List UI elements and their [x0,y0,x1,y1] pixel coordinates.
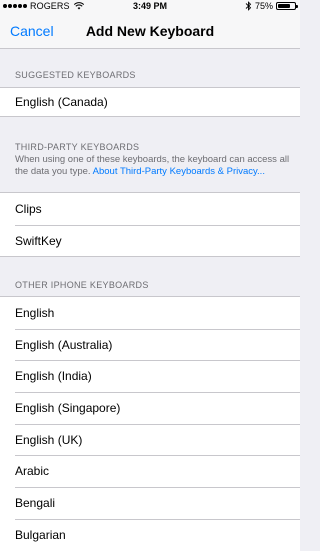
section-header-third-party: THIRD-PARTY KEYBOARDS [15,142,140,152]
keyboard-item-clips[interactable]: Clips [0,193,300,225]
battery-percent: 75% [254,1,273,11]
keyboard-item-english-india[interactable]: English (India) [0,360,300,392]
section-header-suggested: SUGGESTED KEYBOARDS [15,70,136,80]
keyboard-item-english[interactable]: English [0,297,300,329]
status-bar: ROGERS 3:49 PM 75% [0,0,300,14]
section-header-other: OTHER IPHONE KEYBOARDS [15,280,149,290]
third-party-keyboards-list: Clips SwiftKey [0,192,300,258]
keyboard-item-bulgarian[interactable]: Bulgarian [0,518,300,551]
bluetooth-icon [245,1,252,11]
keyboard-item-english-canada[interactable]: English (Canada) [0,88,300,116]
keyboard-item-swiftkey[interactable]: SwiftKey [0,224,300,257]
nav-bar: Cancel Add New Keyboard [0,14,300,49]
battery-icon [276,2,298,10]
battery-fill [278,4,290,8]
page-title: Add New Keyboard [85,23,215,39]
keyboard-item-bengali[interactable]: Bengali [0,487,300,519]
keyboard-item-arabic[interactable]: Arabic [0,455,300,487]
other-keyboards-list: English English (Australia) English (Ind… [0,296,300,551]
third-party-privacy-link[interactable]: About Third-Party Keyboards & Privacy... [93,166,265,177]
keyboard-item-english-uk[interactable]: English (UK) [0,423,300,456]
status-right: 75% [245,1,298,11]
keyboard-item-english-australia[interactable]: English (Australia) [0,328,300,361]
suggested-keyboards-list: English (Canada) [0,87,300,117]
third-party-note: When using one of these keyboards, the k… [15,154,290,178]
keyboard-item-english-singapore[interactable]: English (Singapore) [0,392,300,424]
